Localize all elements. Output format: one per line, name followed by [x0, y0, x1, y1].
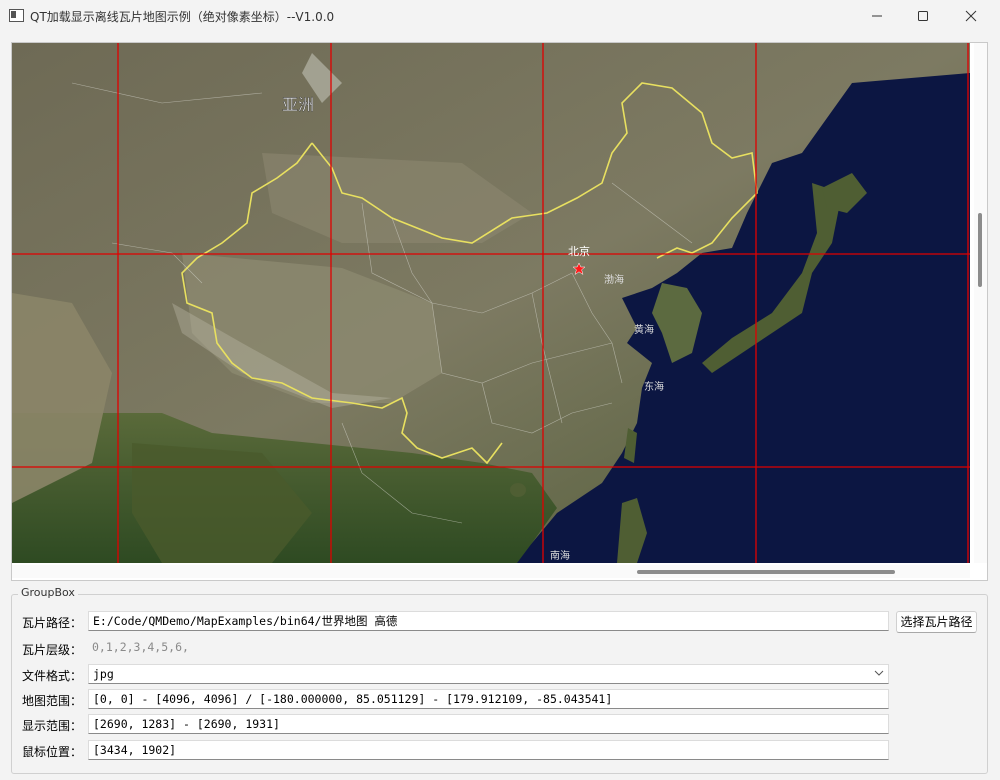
label-continent: 亚洲 [282, 95, 314, 114]
tile-path-label: 瓦片路径： [22, 616, 83, 630]
file-format-value: jpg [93, 667, 114, 681]
map-view-frame: 亚洲 北京 渤海 黄海 东海 南海 [11, 42, 988, 581]
horizontal-scroll-thumb[interactable] [637, 570, 895, 574]
tile-levels-label: 瓦片层级： [22, 643, 83, 657]
groupbox-title: GroupBox [18, 586, 78, 599]
maximize-icon [918, 11, 928, 21]
satellite-map[interactable]: 亚洲 北京 渤海 黄海 东海 南海 [12, 43, 970, 563]
close-button[interactable] [948, 0, 994, 32]
map-range-label: 地图范围： [22, 694, 83, 708]
select-tile-path-button[interactable]: 选择瓦片路径 [896, 611, 977, 633]
close-icon [965, 10, 977, 22]
label-sea-yellow: 黄海 [634, 323, 654, 336]
label-sea-south: 南海 [550, 549, 570, 562]
label-sea-east: 东海 [644, 380, 664, 393]
label-sea-bohai: 渤海 [604, 273, 624, 286]
mouse-position-field[interactable]: [3434, 1902] [88, 740, 889, 760]
file-format-select[interactable]: jpg [88, 664, 889, 684]
mouse-position-label: 鼠标位置： [22, 745, 83, 759]
map-canvas[interactable]: 亚洲 北京 渤海 黄海 东海 南海 [12, 43, 970, 563]
minimize-icon [872, 15, 882, 17]
tile-levels-field: 0,1,2,3,4,5,6, [88, 638, 889, 658]
display-range-field[interactable]: [2690, 1283] - [2690, 1931] [88, 714, 889, 734]
window-title: QT加载显示离线瓦片地图示例（绝对像素坐标）--V1.0.0 [30, 10, 335, 24]
map-range-field[interactable]: [0, 0] - [4096, 4096] / [-180.000000, 85… [88, 689, 889, 709]
tile-path-field[interactable]: E:/Code/QMDemo/MapExamples/bin64/世界地图 高德 [88, 611, 889, 631]
maximize-button[interactable] [900, 0, 946, 32]
horizontal-scrollbar[interactable] [12, 565, 970, 578]
minimize-button[interactable] [854, 0, 900, 32]
file-format-label: 文件格式： [22, 669, 83, 683]
vertical-scroll-thumb[interactable] [978, 213, 982, 287]
title-bar: QT加载显示离线瓦片地图示例（绝对像素坐标）--V1.0.0 [0, 0, 1000, 32]
vertical-scrollbar[interactable] [974, 43, 987, 563]
app-icon [9, 9, 24, 22]
label-capital: 北京 [568, 244, 590, 258]
display-range-label: 显示范围： [22, 719, 83, 733]
chevron-down-icon [874, 670, 884, 676]
